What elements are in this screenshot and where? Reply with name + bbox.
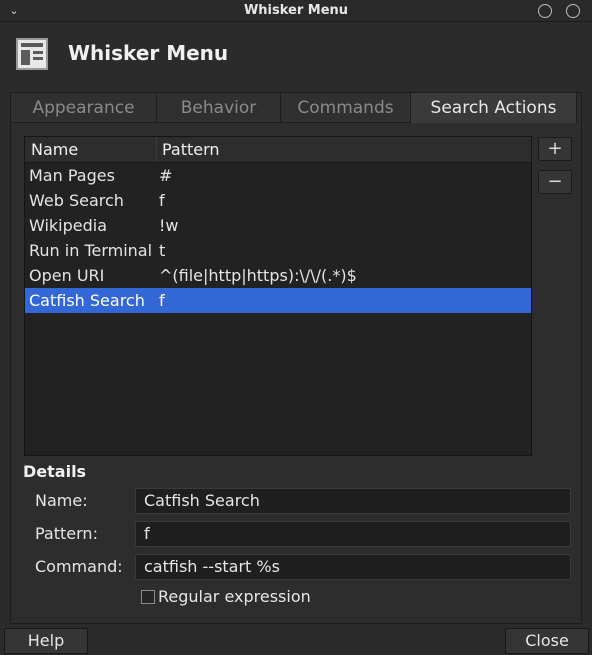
item-name: Run in Terminal [29, 241, 153, 260]
close-window-button[interactable] [566, 4, 580, 18]
item-name: Wikipedia [29, 216, 108, 235]
item-pattern: f [159, 291, 165, 310]
list-item-selected[interactable]: Catfish Search f [25, 288, 531, 313]
close-button[interactable]: Close [505, 628, 589, 654]
list-item[interactable]: Man Pages # [25, 163, 531, 188]
tab-behavior[interactable]: Behavior [157, 93, 281, 123]
item-pattern: ^(file|http|https):\/\/(.*)$ [159, 266, 357, 285]
command-label: Command: [35, 557, 123, 576]
item-name: Open URI [29, 266, 105, 285]
list-item[interactable]: Wikipedia !w [25, 213, 531, 238]
whisker-menu-icon [16, 38, 48, 70]
name-label: Name: [35, 491, 88, 510]
list-item[interactable]: Run in Terminal t [25, 238, 531, 263]
name-field[interactable]: Catfish Search [135, 488, 571, 514]
dialog-heading: Whisker Menu [68, 41, 229, 65]
item-pattern: # [159, 166, 173, 185]
remove-action-button[interactable]: − [538, 170, 572, 194]
list-item[interactable]: Web Search f [25, 188, 531, 213]
tab-commands[interactable]: Commands [281, 93, 411, 123]
list-header: Name Pattern [25, 137, 531, 163]
column-header-name[interactable]: Name [25, 137, 157, 162]
item-name: Catfish Search [29, 291, 145, 310]
settings-notebook: Appearance Behavior Commands Search Acti… [10, 92, 582, 624]
pattern-field[interactable]: f [135, 521, 571, 547]
tab-appearance[interactable]: Appearance [11, 93, 157, 123]
regex-checkbox[interactable] [141, 590, 155, 604]
dialog-header: Whisker Menu [0, 22, 592, 84]
item-name: Web Search [29, 191, 124, 210]
regex-label[interactable]: Regular expression [158, 587, 311, 606]
search-actions-list[interactable]: Name Pattern Man Pages # Web Search f Wi… [24, 136, 532, 456]
tab-search-actions[interactable]: Search Actions [411, 93, 577, 123]
window-title: Whisker Menu [243, 3, 349, 18]
column-header-pattern[interactable]: Pattern [157, 137, 220, 162]
list-item[interactable]: Open URI ^(file|http|https):\/\/(.*)$ [25, 263, 531, 288]
add-action-button[interactable]: + [538, 137, 572, 161]
help-button[interactable]: Help [4, 628, 88, 654]
details-heading: Details [23, 462, 87, 481]
title-bar: ⌄ Whisker Menu [0, 0, 592, 22]
item-name: Man Pages [29, 166, 115, 185]
item-pattern: t [159, 241, 166, 260]
command-field[interactable]: catfish --start %s [135, 554, 571, 580]
tab-bar: Appearance Behavior Commands Search Acti… [11, 93, 581, 123]
item-pattern: f [159, 191, 165, 210]
item-pattern: !w [159, 216, 179, 235]
pattern-label: Pattern: [35, 524, 98, 543]
minimize-button[interactable] [538, 4, 552, 18]
